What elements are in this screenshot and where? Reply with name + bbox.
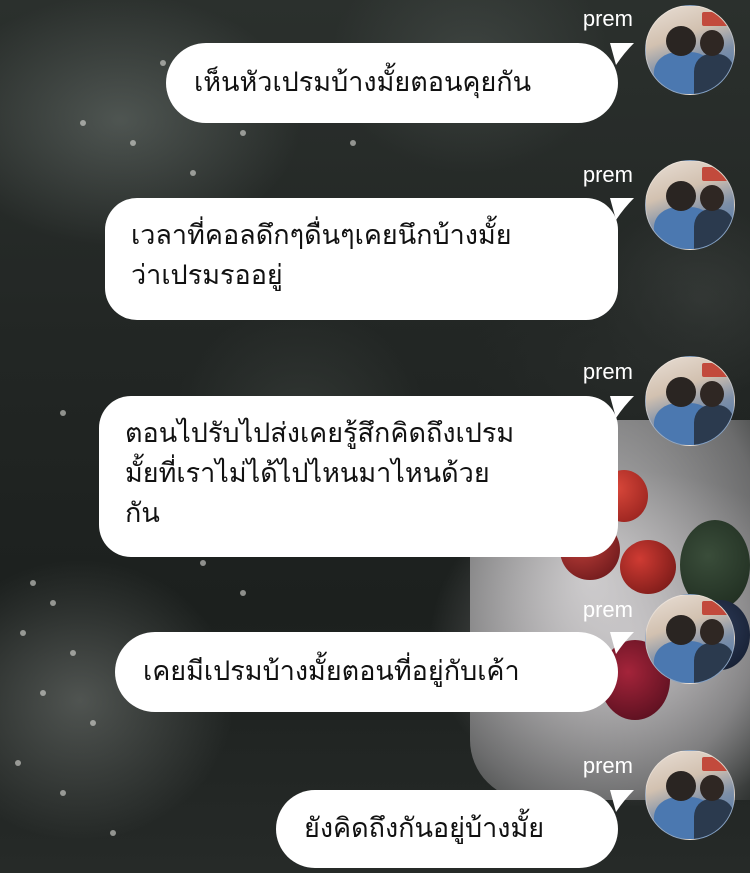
background-flower <box>60 410 66 416</box>
background-flower <box>130 140 136 146</box>
message-bubble[interactable]: เคยมีเปรมบ้างมั้ยตอนที่อยู่กับเค้า <box>115 632 618 712</box>
message-bubble[interactable]: ยังคิดถึงกันอยู่บ้างมั้ย <box>276 790 618 868</box>
background-flower <box>80 120 86 126</box>
message-bubble[interactable]: เห็นหัวเปรมบ้างมั้ยตอนคุยกัน <box>166 43 618 123</box>
background-flower <box>15 760 21 766</box>
sender-name: prem <box>582 162 633 187</box>
background-flower <box>30 580 36 586</box>
background-flower <box>200 560 206 566</box>
background-flower <box>40 690 46 696</box>
background-flower <box>110 830 116 836</box>
background-flower <box>90 720 96 726</box>
sender-name: prem <box>582 753 633 778</box>
background-flower <box>60 790 66 796</box>
background-flower <box>240 130 246 136</box>
background-flower <box>190 170 196 176</box>
message-bubble[interactable]: เวลาที่คอลดึกๆดื่นๆเคยนึกบ้างมั้ย ว่าเปร… <box>105 198 618 320</box>
background-flower <box>240 590 246 596</box>
avatar-photo-icon[interactable] <box>645 160 735 250</box>
avatar-photo-icon[interactable] <box>645 356 735 446</box>
background-flower <box>350 140 356 146</box>
message-bubble[interactable]: ตอนไปรับไปส่งเคยรู้สึกคิดถึงเปรม มั้ยที่… <box>99 396 618 557</box>
background-flower <box>20 630 26 636</box>
background-berry <box>620 540 676 594</box>
sender-name: prem <box>582 597 633 622</box>
avatar-photo-icon[interactable] <box>645 594 735 684</box>
avatar-photo-icon[interactable] <box>645 5 735 95</box>
sender-name: prem <box>582 6 633 31</box>
sender-name: prem <box>582 359 633 384</box>
background-flower <box>50 600 56 606</box>
background-flower <box>70 650 76 656</box>
avatar-photo-icon[interactable] <box>645 750 735 840</box>
background-flower <box>160 60 166 66</box>
